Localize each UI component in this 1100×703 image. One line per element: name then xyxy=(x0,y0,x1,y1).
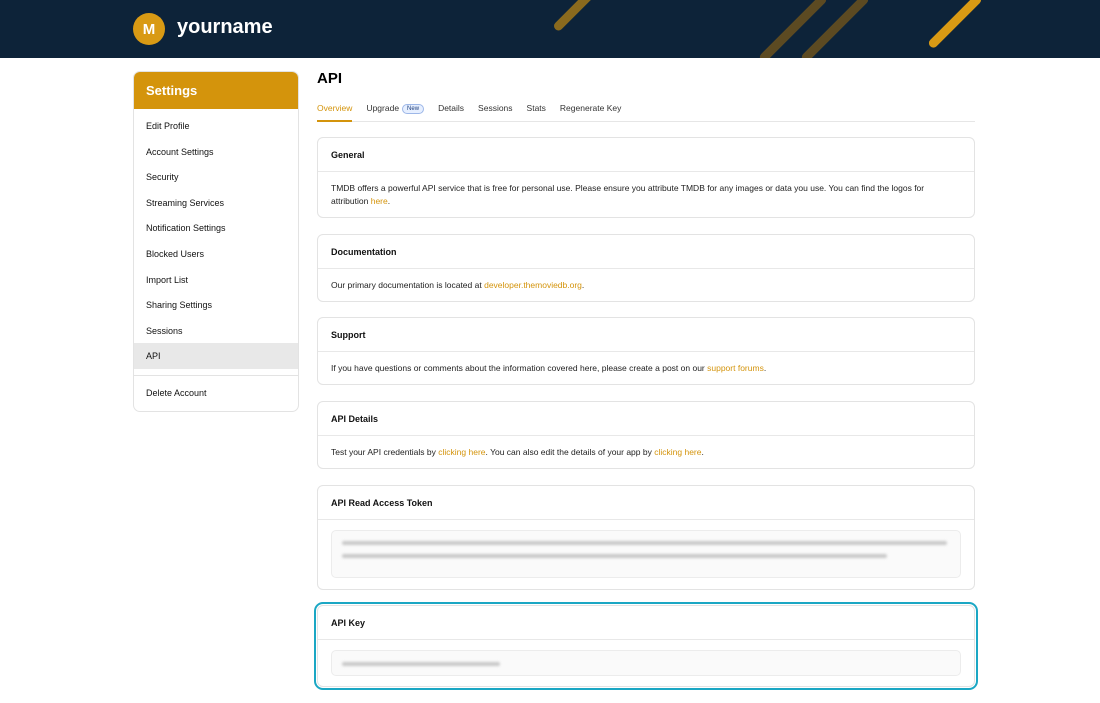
read-access-token-field[interactable] xyxy=(331,530,961,578)
tab-sessions[interactable]: Sessions xyxy=(478,101,513,121)
api-details-text: . You can also edit the details of your … xyxy=(485,447,652,457)
blurred-token-line xyxy=(342,554,887,558)
card-title: Documentation xyxy=(318,235,974,269)
punctuation: . xyxy=(701,447,704,457)
tab-label: Stats xyxy=(526,103,546,113)
card-title: General xyxy=(318,138,974,172)
support-text: If you have questions or comments about … xyxy=(331,363,705,373)
card-text: If you have questions or comments about … xyxy=(318,352,974,375)
documentation-text: Our primary documentation is located at xyxy=(331,280,482,290)
card-title: API Read Access Token xyxy=(318,486,974,520)
sidebar-item-api[interactable]: API xyxy=(134,343,298,369)
username[interactable]: yourname xyxy=(177,16,273,39)
developer-docs-link[interactable]: developer.themoviedb.org xyxy=(484,280,582,290)
sidebar-item-delete-account[interactable]: Delete Account xyxy=(134,380,298,406)
tab-stats[interactable]: Stats xyxy=(527,101,546,121)
tab-regenerate-key[interactable]: Regenerate Key xyxy=(560,101,621,121)
blurred-token-line xyxy=(342,541,947,545)
sidebar-item-sessions[interactable]: Sessions xyxy=(134,318,298,344)
sidebar-item-blocked-users[interactable]: Blocked Users xyxy=(134,241,298,267)
sidebar-item-import-list[interactable]: Import List xyxy=(134,267,298,293)
read-access-token-card: API Read Access Token xyxy=(317,485,975,590)
card-title: API Details xyxy=(318,402,974,436)
support-card: Support If you have questions or comment… xyxy=(317,317,975,385)
sidebar-divider xyxy=(134,374,298,376)
sidebar-item-account-settings[interactable]: Account Settings xyxy=(134,139,298,165)
card-text: TMDB offers a powerful API service that … xyxy=(318,172,974,208)
tab-label: Regenerate Key xyxy=(559,103,622,113)
page-title: API xyxy=(317,70,343,87)
punctuation: . xyxy=(763,363,767,373)
documentation-card: Documentation Our primary documentation … xyxy=(317,234,975,302)
top-header: M yourname xyxy=(0,0,1100,58)
general-text: TMDB offers a powerful API service that … xyxy=(331,183,925,206)
tab-label: Sessions xyxy=(478,103,513,113)
sidebar-item-notification-settings[interactable]: Notification Settings xyxy=(134,215,298,241)
avatar[interactable]: M xyxy=(133,13,165,45)
api-details-text: Test your API credentials by xyxy=(331,447,436,457)
punctuation: . xyxy=(581,280,585,290)
tab-label: Overview xyxy=(317,103,353,113)
sidebar-title: Settings xyxy=(134,72,298,109)
new-badge: New xyxy=(402,104,425,114)
tab-bar: Overview Upgrade New Details Sessions Sta… xyxy=(317,101,975,122)
test-credentials-link[interactable]: clicking here xyxy=(438,447,485,457)
header-stripe-decoration xyxy=(552,0,594,33)
punctuation: . xyxy=(387,196,391,206)
tab-label: Upgrade xyxy=(366,103,400,113)
attribution-logos-link[interactable]: here xyxy=(371,196,388,206)
card-title: Support xyxy=(318,318,974,352)
tab-label: Details xyxy=(438,103,465,113)
support-forums-link[interactable]: support forums xyxy=(707,363,764,373)
card-text: Our primary documentation is located at … xyxy=(318,269,974,292)
general-card: General TMDB offers a powerful API servi… xyxy=(317,137,975,218)
card-text: Test your API credentials by clicking he… xyxy=(318,436,974,459)
sidebar-item-streaming-services[interactable]: Streaming Services xyxy=(134,190,298,216)
tab-overview[interactable]: Overview xyxy=(317,101,353,122)
api-details-card: API Details Test your API credentials by… xyxy=(317,401,975,469)
tab-details[interactable]: Details xyxy=(438,101,464,121)
edit-app-details-link[interactable]: clicking here xyxy=(654,447,701,457)
sidebar-list: Edit Profile Account Settings Security S… xyxy=(134,109,298,406)
api-key-highlight xyxy=(314,602,978,690)
sidebar-item-security[interactable]: Security xyxy=(134,164,298,190)
header-stripe-decoration xyxy=(927,0,983,50)
sidebar-item-sharing-settings[interactable]: Sharing Settings xyxy=(134,292,298,318)
sidebar-item-edit-profile[interactable]: Edit Profile xyxy=(134,113,298,139)
settings-sidebar: Settings Edit Profile Account Settings S… xyxy=(133,71,299,412)
tab-upgrade[interactable]: Upgrade New xyxy=(366,101,425,121)
